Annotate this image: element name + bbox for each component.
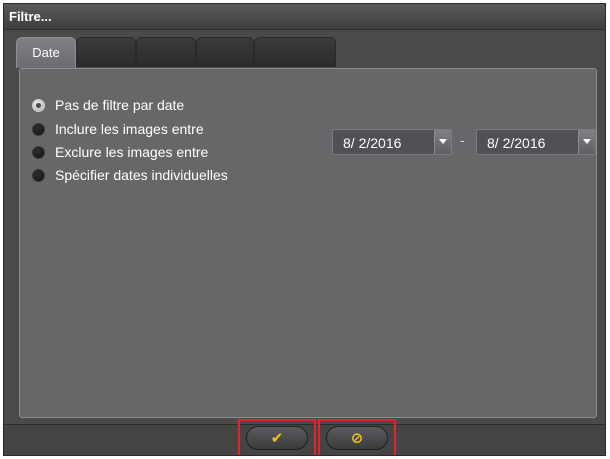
end-date-value: 8/ 2/2016 [487, 135, 546, 151]
radio-button-checked[interactable] [32, 98, 45, 112]
date-filter-panel: Pas de filtre par date Inclure les image… [19, 68, 597, 418]
tab-date[interactable]: Date [16, 37, 76, 68]
chevron-down-icon[interactable] [578, 130, 595, 154]
end-date-picker[interactable]: 8/ 2/2016 [476, 129, 596, 155]
option-label: Inclure les images entre [55, 121, 204, 137]
tab-date-label: Date [32, 45, 60, 60]
tab-5[interactable] [254, 37, 336, 67]
dialog-title: Filtre... [9, 9, 52, 24]
option-specify-individual-dates[interactable]: Spécifier dates individuelles [32, 165, 228, 185]
tab-3[interactable] [136, 37, 196, 67]
option-exclude-images-between[interactable]: Exclure les images entre [32, 142, 208, 162]
option-label: Pas de filtre par date [55, 97, 185, 113]
chevron-down-icon[interactable] [434, 130, 451, 154]
option-include-images-between[interactable]: Inclure les images entre [32, 119, 204, 139]
filter-dialog: Filtre... Date Pas de filtre par date In… [3, 3, 606, 456]
date-range-separator: - [460, 132, 465, 148]
option-label: Spécifier dates individuelles [55, 167, 228, 183]
radio-button[interactable] [32, 168, 45, 182]
cancel-button[interactable]: ⊘ [326, 426, 388, 450]
ok-button[interactable]: ✔ [246, 426, 308, 450]
option-no-date-filter[interactable]: Pas de filtre par date [32, 95, 184, 115]
radio-button[interactable] [32, 145, 45, 159]
option-label: Exclure les images entre [55, 144, 209, 160]
title-bar: Filtre... [4, 4, 605, 30]
checkmark-icon: ✔ [270, 429, 284, 447]
radio-button[interactable] [32, 122, 45, 136]
tab-4[interactable] [196, 37, 254, 67]
start-date-value: 8/ 2/2016 [343, 135, 402, 151]
tab-2[interactable] [76, 37, 136, 67]
cancel-circle-icon: ⊘ [350, 429, 364, 447]
start-date-picker[interactable]: 8/ 2/2016 [332, 129, 452, 155]
